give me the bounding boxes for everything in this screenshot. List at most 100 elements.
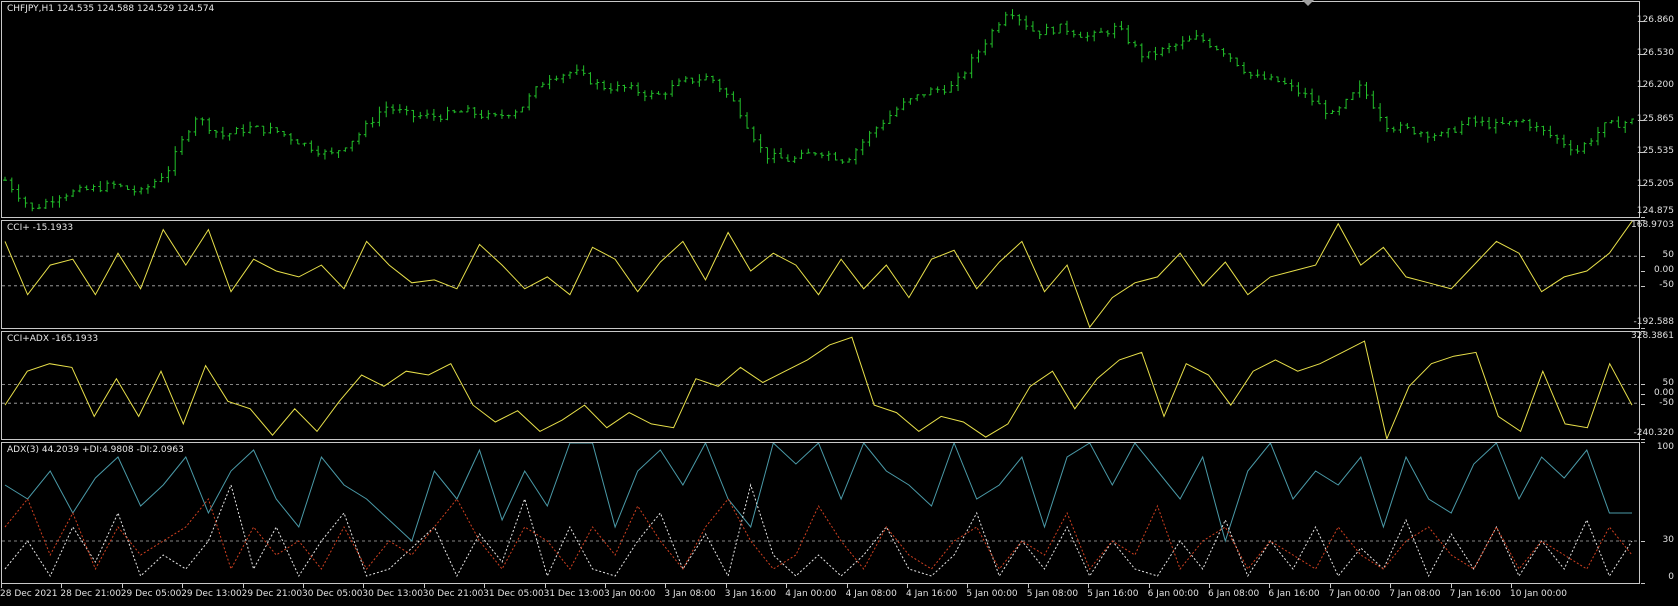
adx-chart: [2, 443, 1637, 578]
price-scale-tick-mark: [1641, 152, 1645, 154]
cciadx-scale-tick-mark: [1641, 403, 1645, 405]
adx-scale-tick-mark: [1641, 583, 1645, 584]
time-axis-label: 4 Jan 08:00: [845, 589, 897, 599]
adx-scale-tick-label: 0: [1668, 572, 1674, 582]
cciadx-chart: [2, 336, 1637, 439]
time-axis-tick-mark: [182, 584, 184, 588]
time-axis-tick-mark: [725, 584, 727, 588]
price-scale-tick-label: 125.205: [1636, 179, 1674, 190]
time-axis-label: 28 Dec 2021: [0, 589, 58, 599]
time-axis-tick-mark: [1209, 584, 1210, 588]
cci-scale-tick-label: 0.00: [1653, 264, 1674, 275]
time-axis-tick-mark: [1148, 584, 1150, 588]
cciadx-pane[interactable]: CCI+ADX -165.1933: [1, 331, 1640, 440]
adx-scale-tick-label: 100: [1656, 442, 1674, 452]
time-axis-tick-mark: [423, 584, 425, 588]
cci-scale-tick-label: 168.9703: [1631, 220, 1674, 230]
cci-line: [4, 221, 1633, 328]
time-axis-tick-mark: [363, 584, 365, 588]
cci-scale[interactable]: 168.9703 50 0.00 -50 -192.588: [1631, 220, 1678, 329]
time-axis-label: 29 Dec 05:00: [120, 589, 182, 599]
time-axis-tick-mark: [1329, 584, 1331, 588]
cciadx-scale-tick-mark: [1641, 439, 1645, 440]
price-scale-tick-label: 126.200: [1636, 80, 1674, 91]
time-axis-tick-mark: [665, 584, 667, 588]
time-axis-label: 6 Jan 16:00: [1268, 589, 1320, 599]
adx-scale[interactable]: 100 30 0: [1641, 442, 1678, 584]
chart-shift-marker[interactable]: [1302, 0, 1314, 6]
time-axis-label: 6 Jan 08:00: [1208, 589, 1260, 599]
time-axis-label: 30 Dec 05:00: [302, 589, 363, 599]
time-axis-tick-mark: [303, 584, 304, 588]
price-scale-tick-label: 126.860: [1636, 14, 1674, 25]
cci-pane-title: CCI+ -15.1933: [7, 223, 74, 233]
cciadx-scale[interactable]: 328.3861 50 0.00 -50 -240.320: [1631, 331, 1678, 440]
time-axis-tick-mark: [1027, 584, 1029, 588]
time-axis-tick-mark: [1511, 584, 1512, 588]
adx-line: [4, 443, 1632, 543]
time-axis-label: 5 Jan 00:00: [966, 589, 1018, 599]
price-scale[interactable]: 126.860 126.530 126.200 125.865 125.535 125.2…: [1637, 1, 1678, 218]
time-axis-label: 29 Dec 13:00: [181, 589, 242, 599]
time-axis-label: 3 Jan 08:00: [664, 589, 716, 599]
cci-scale-tick-label: 50: [1662, 249, 1674, 260]
time-axis-label: 7 Jan 00:00: [1328, 589, 1381, 599]
cciadx-line: [4, 336, 1633, 439]
cciadx-scale-tick-mark: [1641, 393, 1645, 395]
price-pane[interactable]: CHFJPY,H1 124.535 124.588 124.529 124.57…: [1, 1, 1640, 218]
price-scale-tick-mark: [1641, 185, 1645, 187]
adx-pane-title: ADX(3) 44.2039 +DI:4.9808 -DI:2.0963: [7, 445, 184, 455]
cci-scale-tick-mark: [1641, 328, 1645, 329]
price-scale-tick-label: 124.875: [1636, 206, 1674, 216]
time-axis-tick-mark: [1269, 584, 1271, 588]
plus-di-line: [4, 483, 1633, 578]
cciadx-scale-tick-label: -50: [1659, 397, 1674, 408]
adx-scale-tick-mark: [1641, 442, 1645, 443]
time-axis-tick-mark: [544, 584, 546, 588]
price-scale-tick-label: 126.530: [1636, 47, 1674, 58]
cci-scale-tick-label: -192.588: [1633, 317, 1674, 327]
cci-scale-tick-mark: [1641, 255, 1645, 257]
time-axis-label: 7 Jan 08:00: [1389, 589, 1441, 599]
time-axis-tick-mark: [1088, 584, 1090, 588]
time-axis-label: 4 Jan 16:00: [906, 589, 958, 599]
adx-scale-tick-label: 30: [1662, 535, 1674, 546]
price-scale-tick-mark: [1641, 119, 1645, 121]
time-axis-label: 30 Dec 21:00: [422, 589, 484, 599]
time-axis-tick-mark: [484, 584, 486, 588]
time-axis-tick-mark: [242, 584, 244, 588]
time-axis-label: 3 Jan 16:00: [724, 589, 777, 599]
cci-pane[interactable]: CCI+ -15.1933: [1, 220, 1640, 329]
cciadx-scale-tick-label: 50: [1662, 378, 1674, 389]
time-axis-tick-mark: [1390, 584, 1392, 588]
price-scale-tick-mark: [1641, 53, 1645, 55]
time-axis-tick-mark: [1450, 584, 1452, 588]
cciadx-scale-tick-label: 0.00: [1653, 387, 1674, 398]
time-axis-tick-mark: [605, 584, 606, 588]
time-axis-label: 10 Jan 00:00: [1510, 589, 1567, 599]
time-axis-label: 31 Dec 13:00: [543, 589, 605, 599]
price-scale-tick-label: 125.535: [1636, 146, 1674, 157]
cciadx-scale-tick-mark: [1641, 331, 1645, 332]
cci-scale-tick-mark: [1641, 220, 1645, 221]
cci-scale-tick-mark: [1641, 270, 1645, 272]
price-pane-title: CHFJPY,H1 124.535 124.588 124.529 124.57…: [7, 4, 215, 14]
price-chart: [3, 9, 1634, 212]
time-axis-label: 28 Dec 21:00: [60, 589, 121, 599]
time-axis-tick-mark: [967, 584, 969, 588]
adx-pane[interactable]: ADX(3) 44.2039 +DI:4.9808 -DI:2.0963: [1, 442, 1640, 584]
time-axis-tick-mark: [61, 584, 63, 588]
cci-chart: [2, 221, 1637, 328]
price-scale-tick-mark: [1641, 86, 1645, 88]
price-scale-tick-label: 125.865: [1636, 113, 1674, 124]
cci-scale-tick-mark: [1641, 286, 1645, 287]
cciadx-scale-tick-label: 328.3861: [1631, 331, 1674, 341]
price-scale-tick-mark: [1641, 20, 1645, 22]
cciadx-pane-title: CCI+ADX -165.1933: [7, 334, 99, 344]
time-axis-label: 6 Jan 00:00: [1147, 589, 1199, 599]
time-axis-tick-mark: [846, 584, 848, 588]
time-axis-label: 7 Jan 16:00: [1449, 589, 1501, 599]
time-axis-tick-mark: [786, 584, 788, 588]
time-axis-label: 5 Jan 08:00: [1026, 589, 1079, 599]
time-axis-label: 30 Dec 13:00: [362, 589, 423, 599]
